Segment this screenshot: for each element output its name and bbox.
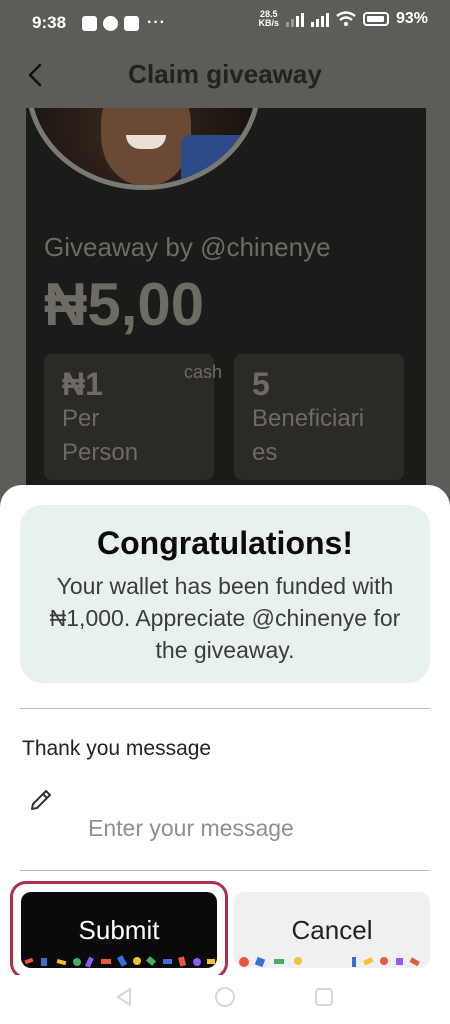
notification-icons: ··· <box>82 14 166 32</box>
youtube-icon <box>124 15 139 31</box>
confetti-decoration <box>24 955 215 968</box>
giveaway-by-label: Giveaway by @chinenye <box>44 232 331 262</box>
whatsapp-icon <box>103 15 118 31</box>
page-title: Claim giveaway <box>128 59 322 89</box>
network-speed: 28.5 KB/s <box>258 10 279 28</box>
thank-you-label: Thank you message <box>22 737 212 760</box>
chat-icon <box>82 15 97 31</box>
congrats-title: Congratulations! <box>97 525 353 561</box>
more-notifications-icon: ··· <box>147 14 166 31</box>
congrats-banner: Congratulations! Your wallet has been fu… <box>20 505 430 683</box>
beneficiaries-label-1: Beneficiari <box>252 405 365 432</box>
cancel-button-label: Cancel <box>291 914 373 945</box>
claim-bottom-sheet: Congratulations! Your wallet has been fu… <box>0 485 450 1024</box>
signal-2-icon <box>310 11 329 27</box>
cancel-button[interactable]: Cancel <box>234 892 430 968</box>
confetti-decoration <box>239 956 420 968</box>
system-nav-bar <box>0 975 450 1024</box>
avatar <box>26 108 261 190</box>
divider <box>20 870 430 871</box>
battery-icon <box>362 12 389 26</box>
nav-home-icon[interactable] <box>213 985 237 1009</box>
per-person-label-1: Per <box>62 405 100 432</box>
beneficiaries-label-2: es <box>252 439 278 466</box>
beneficiaries-box: 5 Beneficiari es <box>234 354 404 480</box>
submit-button-label: Submit <box>78 914 160 945</box>
avatar-cloth <box>181 135 251 185</box>
app-header: Claim giveaway <box>0 46 450 106</box>
signal-1-icon <box>285 11 304 27</box>
pencil-icon <box>31 790 51 810</box>
submit-button[interactable]: Submit <box>21 892 217 968</box>
status-right: 28.5 KB/s 93% <box>258 10 428 28</box>
per-person-label-2: Person <box>62 439 139 466</box>
divider <box>20 708 430 709</box>
congrats-message: Your wallet has been funded with ₦1,000.… <box>49 573 401 663</box>
wifi-icon <box>336 11 356 27</box>
status-bar: 9:38 ··· 28.5 KB/s 93% <box>0 0 450 46</box>
nav-recents-icon[interactable] <box>312 985 336 1009</box>
network-speed-unit: KB/s <box>258 18 279 28</box>
battery-percent: 93% <box>395 10 428 27</box>
status-time: 9:38 <box>32 13 67 32</box>
beneficiaries-value: 5 <box>252 366 270 402</box>
thank-you-message-input[interactable] <box>88 811 408 845</box>
giveaway-card: Giveaway by @chinenye ₦5,00 ₦1 Per Perso… <box>26 108 426 528</box>
giveaway-amount: ₦5,00 <box>44 271 205 338</box>
cash-label: cash <box>184 362 223 382</box>
per-person-value: ₦1 <box>62 366 103 402</box>
nav-back-icon[interactable] <box>112 985 136 1009</box>
